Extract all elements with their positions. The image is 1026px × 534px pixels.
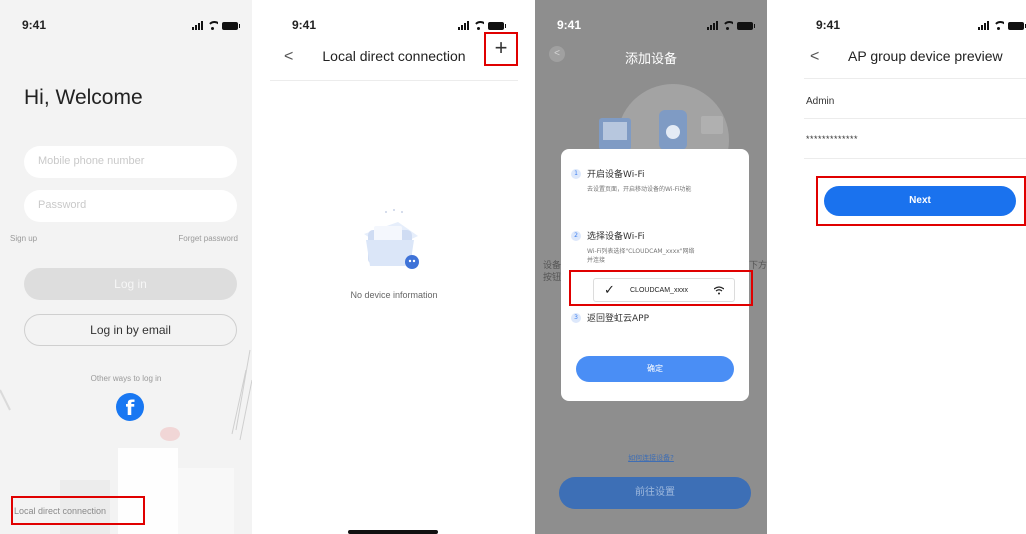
wifi-icon <box>993 21 1004 30</box>
login-screen: 9:41 Hi, Welcome Mobile phone number Pas… <box>0 0 252 534</box>
signal-icon <box>707 20 718 30</box>
local-direct-connection-link[interactable]: Local direct connection <box>14 506 106 516</box>
next-button[interactable]: Next <box>824 186 1016 216</box>
status-bar: 9:41 <box>535 18 767 34</box>
empty-state-text: No device information <box>350 290 438 300</box>
row-divider <box>804 158 1026 159</box>
add-device-screen: 9:41 < 添加设备 设备 按钮 下方 1 开启设备Wi-Fi 去设置页面，开… <box>535 0 767 534</box>
signal-icon <box>978 20 989 30</box>
empty-folder-icon <box>364 209 419 269</box>
username-field[interactable]: Admin <box>806 96 834 107</box>
nav-bar: < AP group device preview <box>790 46 1026 72</box>
ap-preview-screen: 9:41 < AP group device preview Admin ***… <box>790 0 1026 534</box>
forget-password-link[interactable]: Forget password <box>178 234 238 243</box>
nav-divider <box>804 78 1026 79</box>
password-field[interactable]: ************* <box>806 134 858 144</box>
battery-icon <box>488 22 506 30</box>
status-icons <box>458 20 506 30</box>
step-2: 2 选择设备Wi-Fi <box>571 229 644 242</box>
step-number-icon: 1 <box>571 168 581 179</box>
wifi-network-item[interactable]: ✓ CLOUDCAM_xxxx <box>593 278 735 302</box>
step-3-title: 返回登虹云APP <box>587 314 650 324</box>
signal-icon <box>458 20 469 30</box>
status-time: 9:41 <box>22 18 47 32</box>
background-text: 按钮 <box>543 273 562 283</box>
battery-icon <box>1008 22 1026 30</box>
phone-placeholder: Mobile phone number <box>38 155 145 167</box>
row-divider <box>804 118 1026 119</box>
signal-icon <box>192 20 203 30</box>
step-1-description: 去设置页面，开启移动设备的Wi-Fi功能 <box>587 186 692 193</box>
status-icons <box>978 20 1026 30</box>
page-title: Local direct connection <box>322 48 466 64</box>
sign-up-link[interactable]: Sign up <box>10 234 37 243</box>
phone-input[interactable]: Mobile phone number <box>24 146 237 178</box>
nav-bar: < Local direct connection + <box>270 32 518 72</box>
how-to-connect-link[interactable]: 如何连接设备? <box>535 453 767 463</box>
step-2-description: Wi-Fi列表选择"CLOUDCAM_xxxx"网络 <box>587 248 695 255</box>
page-title: AP group device preview <box>848 48 1003 64</box>
welcome-heading: Hi, Welcome <box>24 86 143 109</box>
device-illustration <box>599 84 729 150</box>
password-placeholder: Password <box>38 199 87 211</box>
status-icons <box>192 20 240 30</box>
home-indicator <box>348 530 438 534</box>
back-icon[interactable]: < <box>810 48 819 66</box>
confirm-button[interactable]: 确定 <box>576 356 734 382</box>
step-number-icon: 2 <box>571 230 581 241</box>
battery-icon <box>222 22 240 30</box>
status-time: 9:41 <box>557 18 582 32</box>
page-title: 添加设备 <box>624 52 677 67</box>
step-1: 1 开启设备Wi-Fi <box>571 167 644 180</box>
status-bar: 9:41 <box>270 18 518 34</box>
local-connection-screen: 9:41 < Local direct connection + No devi… <box>270 0 518 534</box>
step-2-description-line2: 并连接 <box>587 257 606 264</box>
status-time: 9:41 <box>816 18 841 32</box>
step-number-icon: 3 <box>571 312 581 323</box>
login-button[interactable]: Log in <box>24 268 237 300</box>
add-device-button[interactable]: + <box>484 32 518 66</box>
wifi-icon <box>722 21 733 30</box>
password-input[interactable]: Password <box>24 190 237 222</box>
go-to-settings-button[interactable]: 前往设置 <box>559 477 751 509</box>
wifi-ssid: CLOUDCAM_xxxx <box>630 287 688 294</box>
wifi-signal-icon <box>714 286 724 295</box>
status-time: 9:41 <box>292 18 317 32</box>
check-icon: ✓ <box>604 282 615 297</box>
step-2-title: 选择设备Wi-Fi <box>587 232 645 242</box>
step-3: 3 返回登虹云APP <box>571 311 649 324</box>
status-bar: 9:41 <box>790 18 1026 34</box>
nav-divider <box>270 80 518 81</box>
status-bar: 9:41 <box>0 18 252 34</box>
step-1-title: 开启设备Wi-Fi <box>587 170 645 180</box>
wifi-icon <box>207 21 218 30</box>
status-icons <box>707 20 755 30</box>
wifi-icon <box>473 21 484 30</box>
battery-icon <box>737 22 755 30</box>
